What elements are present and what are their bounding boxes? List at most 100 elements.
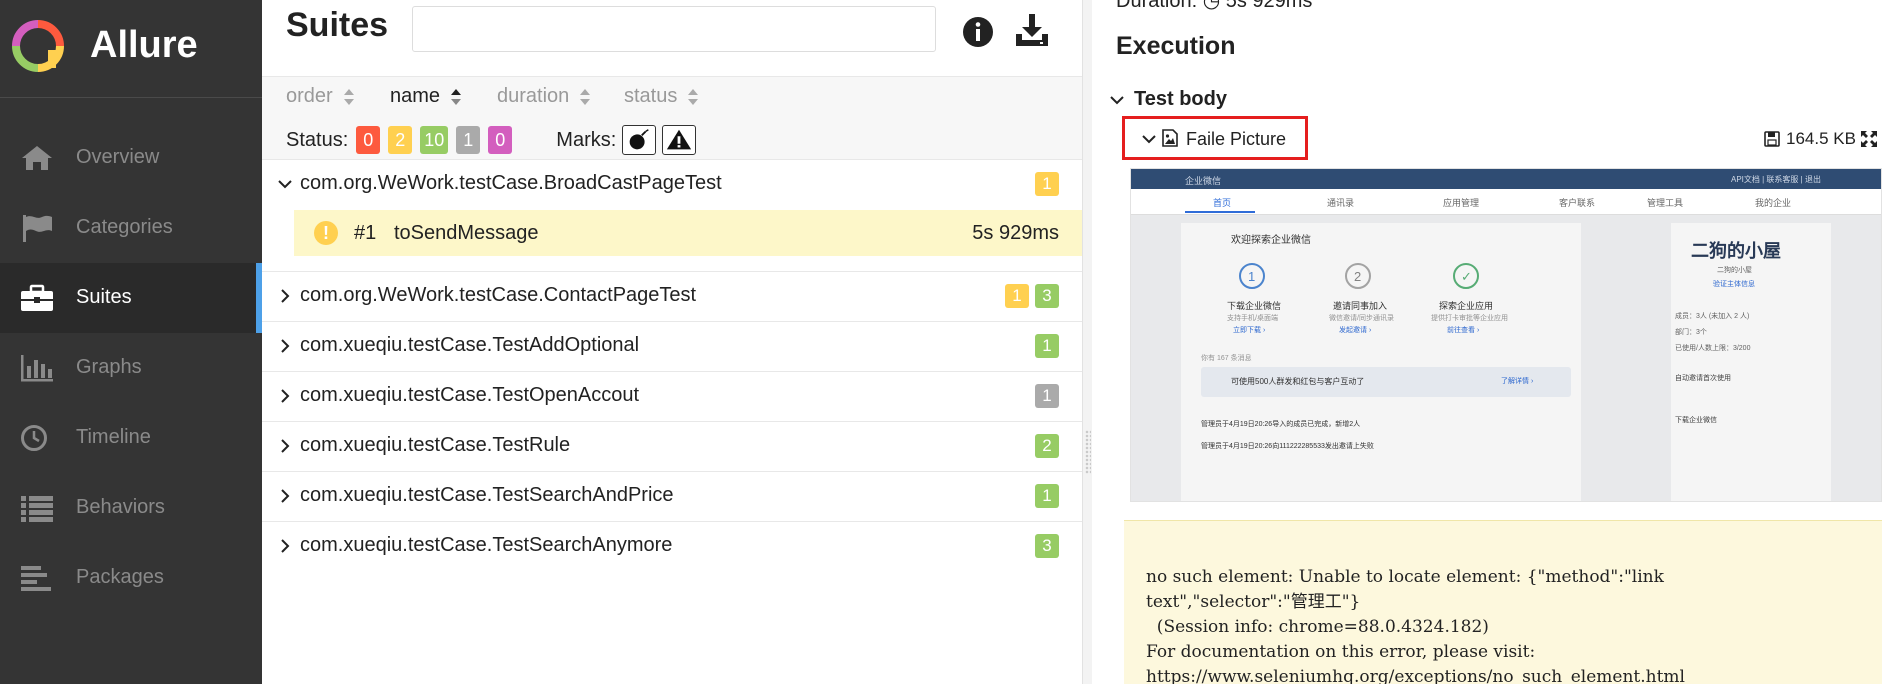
suite-row[interactable]: com.xueqiu.testCase.TestRule 2 (262, 422, 1082, 472)
sidebar-item-label: Categories (76, 216, 173, 238)
suites-pane: Suites order name duration status Status… (262, 0, 1082, 684)
suite-row[interactable]: com.xueqiu.testCase.TestSearchAndPrice 1 (262, 472, 1082, 522)
suite-counts: 1 (1029, 172, 1059, 196)
suite-counts: 1 3 (999, 284, 1059, 308)
home-icon (22, 146, 52, 170)
error-message: no such element: Unable to locate elemen… (1146, 567, 1685, 684)
sort-and-filter-bar: order name duration status Status: 0 2 1… (262, 76, 1082, 160)
status-glyph: ! (323, 223, 329, 243)
suite-counts: 3 (1029, 534, 1059, 558)
sort-label: duration (497, 85, 570, 107)
test-case-row[interactable]: ! #1 toSendMessage 5s 929ms (294, 210, 1082, 256)
screenshot-top-links: API文档 | 联系客服 | 退出 (1731, 175, 1821, 184)
execution-title: Execution (1116, 32, 1236, 60)
chevron-right-icon (281, 289, 290, 303)
sort-by-status[interactable]: status (624, 85, 699, 108)
suite-name: com.xueqiu.testCase.TestRule (300, 434, 571, 456)
attachment-row[interactable]: Faile Picture 164.5 KB (1122, 116, 1882, 164)
suite-name: com.xueqiu.testCase.TestOpenAccout (300, 384, 640, 406)
status-filter: Status: 0 2 10 1 0 Marks: (286, 125, 697, 155)
sidebar-item-label: Packages (76, 566, 164, 588)
search-input[interactable] (412, 6, 936, 52)
sidebar-item-label: Overview (76, 146, 160, 168)
info-icon[interactable] (962, 16, 994, 48)
bar-chart-icon (21, 355, 53, 382)
sort-by-duration[interactable]: duration (497, 85, 591, 108)
suite-name: com.xueqiu.testCase.TestAddOptional (300, 334, 640, 356)
test-case-number: #1 (354, 222, 377, 244)
sidebar-item-overview[interactable]: Overview (0, 123, 262, 193)
suite-row[interactable]: com.xueqiu.testCase.TestSearchAnymore 3 (262, 522, 1082, 572)
attachment-screenshot: 企业微信 API文档 | 联系客服 | 退出 首页 通讯录 应用管理 客户联系 … (1130, 168, 1882, 502)
unknown-count-toggle[interactable]: 0 (488, 126, 513, 154)
sort-by-order[interactable]: order (286, 85, 355, 108)
sort-icon (343, 88, 354, 105)
screenshot-modal-overlay (1131, 215, 1881, 501)
warning-triangle-icon (667, 129, 692, 150)
sort-label: order (286, 85, 333, 107)
chevron-down-icon (1110, 95, 1124, 104)
suite-counts: 1 (1029, 334, 1059, 358)
sidebar: Allure Overview Categories Suites Graphs… (0, 0, 262, 684)
screenshot-tabs: 首页 通讯录 应用管理 客户联系 管理工具 我的企业 (1131, 189, 1881, 215)
allure-logo[interactable]: Allure (0, 0, 262, 98)
app-title: Allure (90, 24, 198, 66)
test-duration: Duration: ◷ 5s 929ms (1116, 0, 1313, 12)
test-body-toggle[interactable]: Test body (1110, 88, 1227, 111)
chevron-down-icon (1142, 135, 1156, 144)
attachment-size: 164.5 KB (1764, 129, 1856, 149)
chevron-right-icon (281, 339, 290, 353)
sidebar-item-graphs[interactable]: Graphs (0, 333, 262, 403)
test-body-label: Test body (1134, 88, 1227, 110)
screenshot-tab: 通讯录 (1327, 198, 1355, 208)
sidebar-item-behaviors[interactable]: Behaviors (0, 473, 262, 543)
screenshot-tab-indicator (1185, 211, 1255, 213)
new-failed-mark-toggle[interactable] (662, 125, 697, 155)
sort-icon (580, 88, 591, 105)
suite-name: com.xueqiu.testCase.TestSearchAndPrice (300, 484, 674, 506)
test-case-duration: 5s 929ms (972, 222, 1059, 244)
broken-count-badge: 1 (1035, 172, 1059, 196)
expand-icon[interactable] (1860, 130, 1878, 148)
suite-row[interactable]: com.xueqiu.testCase.TestOpenAccout 1 (262, 372, 1082, 422)
skipped-count-toggle[interactable]: 1 (456, 126, 481, 154)
passed-count-badge: 2 (1035, 434, 1059, 458)
failed-count-toggle[interactable]: 0 (356, 126, 381, 154)
broken-status-icon: ! (314, 221, 338, 245)
suite-counts: 1 (1029, 384, 1059, 408)
sort-by-name[interactable]: name (390, 85, 462, 108)
suite-counts: 2 (1029, 434, 1059, 458)
sidebar-item-label: Graphs (76, 356, 142, 378)
save-icon[interactable] (1764, 131, 1780, 147)
pane-splitter[interactable] (1082, 0, 1092, 684)
flaky-mark-toggle[interactable] (622, 125, 657, 155)
sidebar-item-timeline[interactable]: Timeline (0, 403, 262, 473)
suite-name: com.xueqiu.testCase.TestSearchAnymore (300, 534, 673, 556)
chevron-right-icon (281, 439, 290, 453)
passed-count-badge: 1 (1035, 334, 1059, 358)
passed-count-badge: 1 (1035, 484, 1059, 508)
passed-count-badge: 3 (1035, 534, 1059, 558)
suite-row[interactable]: com.xueqiu.testCase.TestAddOptional 1 (262, 322, 1082, 372)
passed-count-toggle[interactable]: 10 (420, 126, 449, 154)
status-label: Status: (286, 128, 349, 151)
bomb-icon (629, 129, 650, 150)
suite-row[interactable]: com.org.WeWork.testCase.ContactPageTest … (262, 272, 1082, 322)
sidebar-item-label: Suites (76, 286, 132, 308)
drag-handle[interactable] (1085, 430, 1091, 474)
sidebar-item-categories[interactable]: Categories (0, 193, 262, 263)
briefcase-icon (21, 284, 53, 311)
suite-counts: 1 (1029, 484, 1059, 508)
sidebar-item-packages[interactable]: Packages (0, 543, 262, 613)
screenshot-tab: 我的企业 (1755, 198, 1792, 208)
align-left-icon (21, 566, 51, 591)
test-detail-pane: Duration: ◷ 5s 929ms Execution Test body… (1092, 0, 1882, 684)
image-file-icon (1162, 129, 1178, 147)
list-icon (21, 496, 53, 522)
sidebar-item-suites[interactable]: Suites (0, 263, 262, 333)
broken-count-toggle[interactable]: 2 (388, 126, 413, 154)
chevron-right-icon (281, 539, 290, 553)
passed-count-badge: 3 (1035, 284, 1059, 308)
download-icon[interactable] (1014, 14, 1050, 48)
marks-label: Marks: (556, 128, 617, 151)
